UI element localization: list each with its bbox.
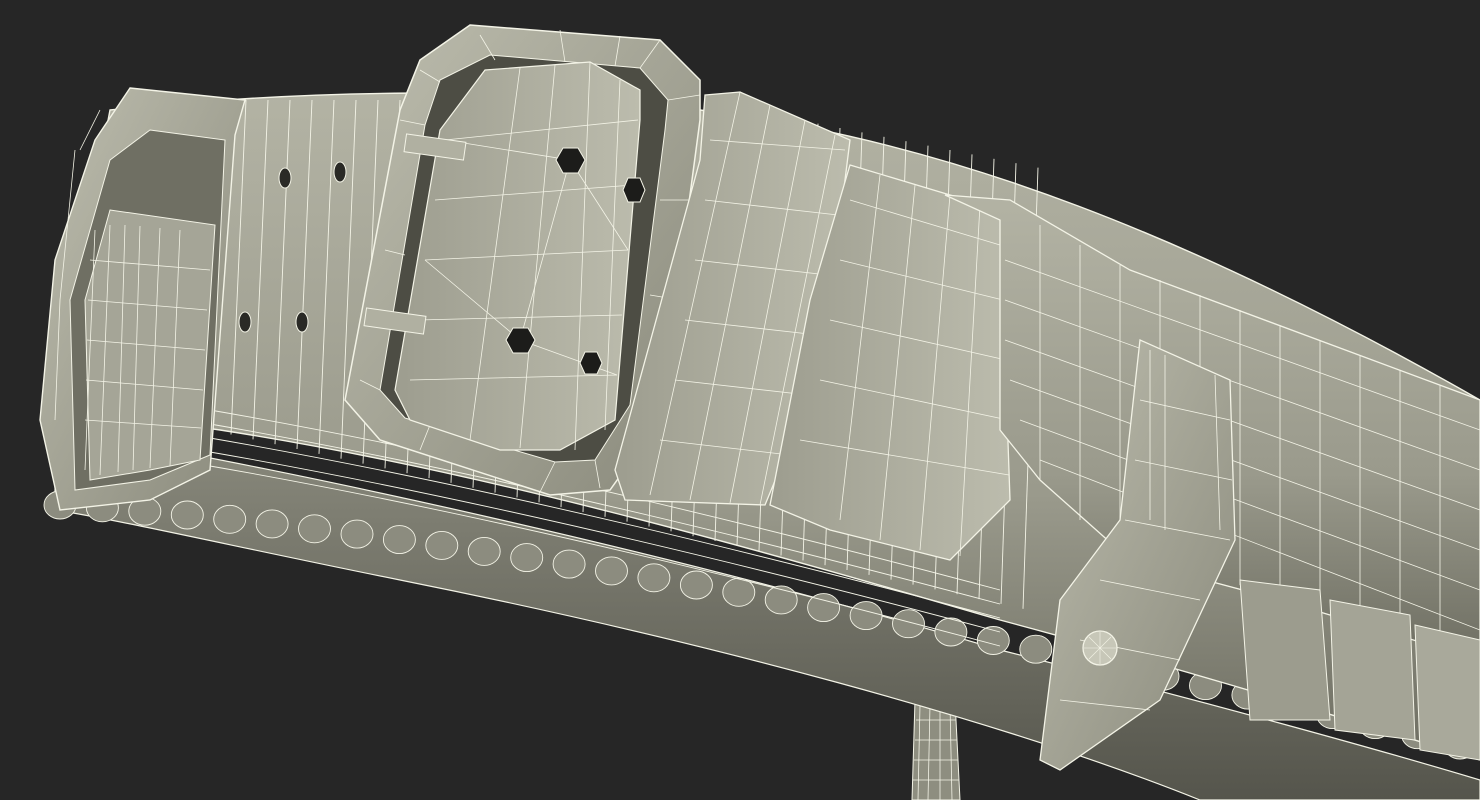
- lining-scallop: [255, 509, 289, 539]
- lining-scallop: [807, 593, 841, 623]
- lining-scallop: [213, 504, 247, 534]
- lining-scallop: [1019, 634, 1053, 664]
- lining-scallop: [170, 500, 204, 530]
- belt-hole: [579, 351, 603, 375]
- lining-scallop: [298, 514, 331, 544]
- belt-wireframe-render: [0, 0, 1480, 800]
- lining-scallop: [892, 609, 925, 639]
- lining-scallop: [340, 519, 374, 549]
- lining-scallop: [764, 585, 798, 615]
- lining-scallop: [637, 563, 671, 593]
- lining-scallop: [510, 543, 544, 573]
- lining-scallop: [849, 601, 883, 631]
- lining-scallop: [976, 626, 1010, 655]
- belt-hole: [622, 177, 646, 203]
- lining-scallop: [382, 525, 416, 555]
- lining-scallop: [679, 570, 713, 600]
- lining-scallop: [595, 556, 628, 586]
- lining-scallop: [722, 577, 756, 607]
- lining-scallop: [552, 549, 586, 579]
- lining-scallop: [425, 530, 459, 560]
- lining-scallop: [467, 536, 501, 566]
